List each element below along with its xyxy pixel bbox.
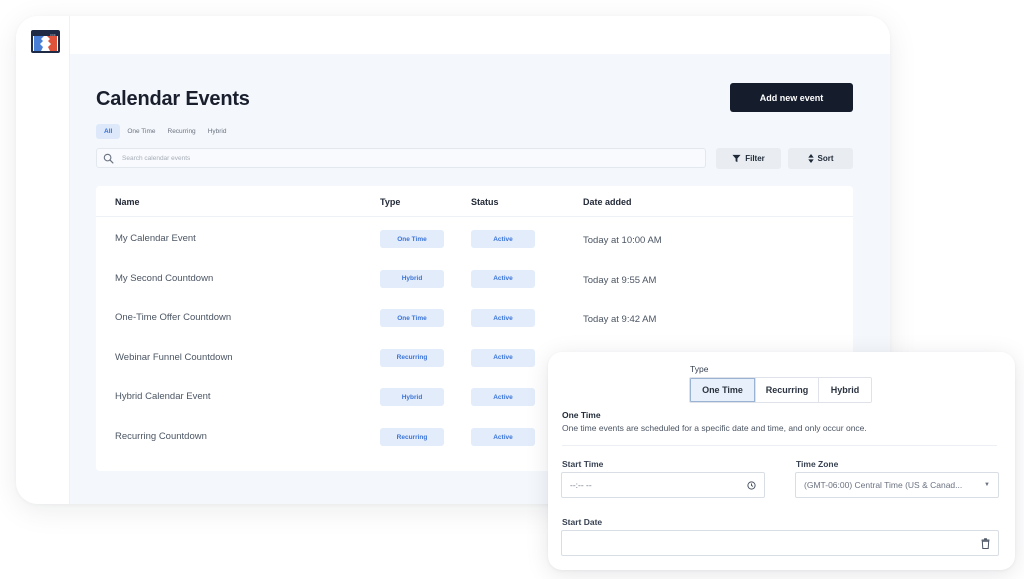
type-badge: One Time bbox=[380, 230, 444, 248]
type-badge: Recurring bbox=[380, 428, 444, 446]
filter-tab-hybrid[interactable]: Hybrid bbox=[203, 124, 232, 139]
start-date-input[interactable] bbox=[561, 530, 999, 556]
divider bbox=[562, 445, 997, 446]
sort-button[interactable]: Sort bbox=[788, 148, 853, 169]
type-segmented-control: One Time Recurring Hybrid bbox=[689, 377, 872, 403]
date-added: Today at 10:00 AM bbox=[583, 235, 662, 246]
clock-icon[interactable] bbox=[747, 480, 756, 490]
column-header-name[interactable]: Name bbox=[115, 197, 140, 207]
type-option-recurring[interactable]: Recurring bbox=[756, 378, 819, 402]
filter-button[interactable]: Filter bbox=[716, 148, 781, 169]
event-name[interactable]: Hybrid Calendar Event bbox=[115, 391, 211, 402]
start-date-label: Start Date bbox=[562, 517, 603, 527]
sidebar: ••• bbox=[16, 16, 70, 504]
type-badge: Hybrid bbox=[380, 269, 444, 288]
table-row[interactable]: My Calendar Event One Time Active Today … bbox=[96, 230, 853, 273]
type-badge: Recurring bbox=[380, 348, 444, 367]
filter-tabs: All One Time Recurring Hybrid bbox=[96, 124, 231, 139]
add-new-event-button[interactable]: Add new event bbox=[730, 83, 853, 112]
type-badge: Hybrid bbox=[380, 388, 444, 407]
type-description-text: One time events are scheduled for a spec… bbox=[562, 423, 867, 433]
type-badge: One Time bbox=[380, 309, 444, 328]
status-badge: Active bbox=[471, 388, 535, 407]
filter-tab-recurring[interactable]: Recurring bbox=[163, 124, 201, 139]
date-added: Today at 9:42 AM bbox=[583, 314, 657, 326]
top-bar bbox=[70, 16, 890, 54]
event-name[interactable]: Recurring Countdown bbox=[115, 431, 207, 442]
table-row[interactable]: One-Time Offer Countdown One Time Active… bbox=[96, 309, 853, 352]
sort-button-label: Sort bbox=[817, 154, 834, 163]
start-time-value: --:-- -- bbox=[570, 480, 592, 490]
status-badge: Active bbox=[471, 269, 535, 288]
column-header-type[interactable]: Type bbox=[380, 197, 400, 207]
event-name[interactable]: Webinar Funnel Countdown bbox=[115, 352, 233, 363]
start-time-input[interactable]: --:-- -- bbox=[561, 472, 765, 498]
status-badge: Active bbox=[471, 428, 535, 446]
start-time-label: Start Time bbox=[562, 459, 604, 469]
status-badge: Active bbox=[471, 348, 535, 367]
time-zone-value: (GMT-06:00) Central Time (US & Canad... bbox=[804, 480, 963, 490]
column-header-status[interactable]: Status bbox=[471, 197, 499, 207]
sort-arrows-icon bbox=[807, 154, 814, 163]
filter-tab-all[interactable]: All bbox=[96, 124, 121, 139]
status-badge: Active bbox=[471, 230, 535, 248]
type-option-one-time[interactable]: One Time bbox=[690, 378, 756, 402]
event-name[interactable]: My Second Countdown bbox=[115, 273, 213, 284]
status-badge: Active bbox=[471, 309, 535, 328]
page-title: Calendar Events bbox=[96, 88, 250, 110]
stage: ••• Calendar Events Add new event All On… bbox=[0, 0, 1024, 579]
time-zone-label: Time Zone bbox=[796, 459, 839, 469]
search-icon bbox=[103, 153, 114, 163]
table-header: Name Type Status Date added bbox=[96, 186, 853, 217]
funnel-icon bbox=[732, 154, 741, 163]
trash-icon[interactable] bbox=[981, 537, 990, 549]
type-description-heading: One Time bbox=[562, 410, 601, 420]
type-label: Type bbox=[690, 364, 709, 374]
search-input[interactable] bbox=[122, 154, 682, 162]
event-type-panel: Type One Time Recurring Hybrid One Time … bbox=[548, 352, 1015, 570]
table-row[interactable]: My Second Countdown Hybrid Active Today … bbox=[96, 269, 853, 313]
date-added: Today at 9:55 AM bbox=[583, 274, 657, 286]
event-name[interactable]: My Calendar Event bbox=[115, 233, 196, 244]
time-zone-select[interactable]: (GMT-06:00) Central Time (US & Canad... … bbox=[795, 472, 999, 498]
event-name[interactable]: One-Time Offer Countdown bbox=[115, 312, 231, 323]
filter-button-label: Filter bbox=[745, 154, 765, 163]
type-option-hybrid[interactable]: Hybrid bbox=[819, 378, 871, 402]
column-header-date-added[interactable]: Date added bbox=[583, 197, 632, 207]
search-box bbox=[96, 148, 706, 168]
clickfunnels-logo-icon[interactable]: ••• bbox=[31, 30, 60, 53]
filter-tab-one-time[interactable]: One Time bbox=[122, 124, 160, 139]
caret-down-icon: ▼ bbox=[984, 482, 990, 488]
